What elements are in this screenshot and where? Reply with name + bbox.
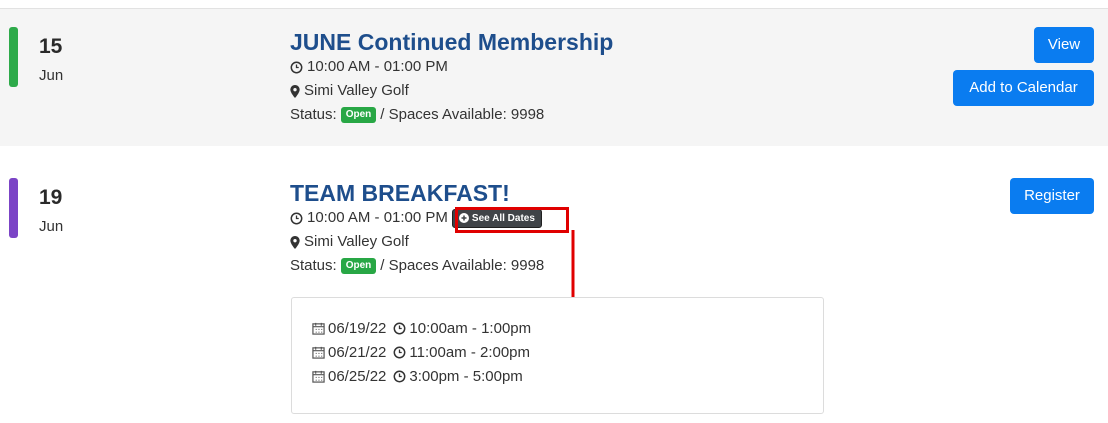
register-button[interactable]: Register xyxy=(1010,178,1094,214)
clock-icon xyxy=(393,346,406,359)
event-location-text: Simi Valley Golf xyxy=(304,82,409,99)
clock-icon xyxy=(290,212,303,224)
status-badge: Open xyxy=(340,107,377,123)
event-time: 10:00 AM - 01:00 PM xyxy=(290,55,613,79)
date-text: 06/19/22 xyxy=(328,320,387,337)
calendar-icon xyxy=(312,370,325,383)
date-item: 06/25/22 3:00pm - 5:00pm xyxy=(312,368,523,385)
calendar-icon xyxy=(312,322,325,335)
event-row: 15 Jun JUNE Continued Membership 10:00 A… xyxy=(0,8,1108,147)
event-info: JUNE Continued Membership 10:00 AM - 01:… xyxy=(290,29,613,127)
date-time-text: 3:00pm - 5:00pm xyxy=(409,368,523,385)
map-marker-icon xyxy=(290,84,300,98)
status-label: Status: xyxy=(290,106,337,123)
event-title-link[interactable]: TEAM BREAKFAST! xyxy=(290,180,544,206)
event-day: 19 xyxy=(39,186,63,209)
event-day: 15 xyxy=(39,35,63,58)
calendar-icon xyxy=(312,346,325,359)
annotation-highlight-box xyxy=(455,207,569,233)
event-location: Simi Valley Golf xyxy=(290,230,544,254)
event-status: Status: Open / Spaces Available: 9998 xyxy=(290,254,544,278)
status-badge: Open xyxy=(340,258,377,274)
status-label: Status: xyxy=(290,257,337,274)
date-item: 06/21/22 11:00am - 2:00pm xyxy=(312,344,530,361)
event-status: Status: Open / Spaces Available: 9998 xyxy=(290,103,613,127)
event-month: Jun xyxy=(39,218,64,235)
spaces-available: / Spaces Available: 9998 xyxy=(380,106,545,123)
event-color-bar xyxy=(9,27,18,87)
event-location: Simi Valley Golf xyxy=(290,79,613,103)
add-to-calendar-button[interactable]: Add to Calendar xyxy=(953,70,1094,106)
spaces-available: / Spaces Available: 9998 xyxy=(380,257,545,274)
date-item: 06/19/22 10:00am - 1:00pm xyxy=(312,320,531,337)
date-text: 06/25/22 xyxy=(328,368,387,385)
map-marker-icon xyxy=(290,235,300,249)
event-title-link[interactable]: JUNE Continued Membership xyxy=(290,29,613,55)
event-month: Jun xyxy=(39,67,64,84)
clock-icon xyxy=(290,61,303,73)
event-location-text: Simi Valley Golf xyxy=(304,233,409,250)
event-color-bar xyxy=(9,178,18,238)
view-button[interactable]: View xyxy=(1034,27,1094,63)
date-time-text: 11:00am - 2:00pm xyxy=(409,344,531,361)
event-time-text: 10:00 AM - 01:00 PM xyxy=(307,209,448,226)
clock-icon xyxy=(393,370,406,383)
date-text: 06/21/22 xyxy=(328,344,387,361)
all-dates-panel: 06/19/22 10:00am - 1:00pm 06/21/22 11:00… xyxy=(291,297,824,414)
date-time-text: 10:00am - 1:00pm xyxy=(409,320,532,337)
clock-icon xyxy=(393,322,406,335)
event-time-text: 10:00 AM - 01:00 PM xyxy=(307,58,448,75)
